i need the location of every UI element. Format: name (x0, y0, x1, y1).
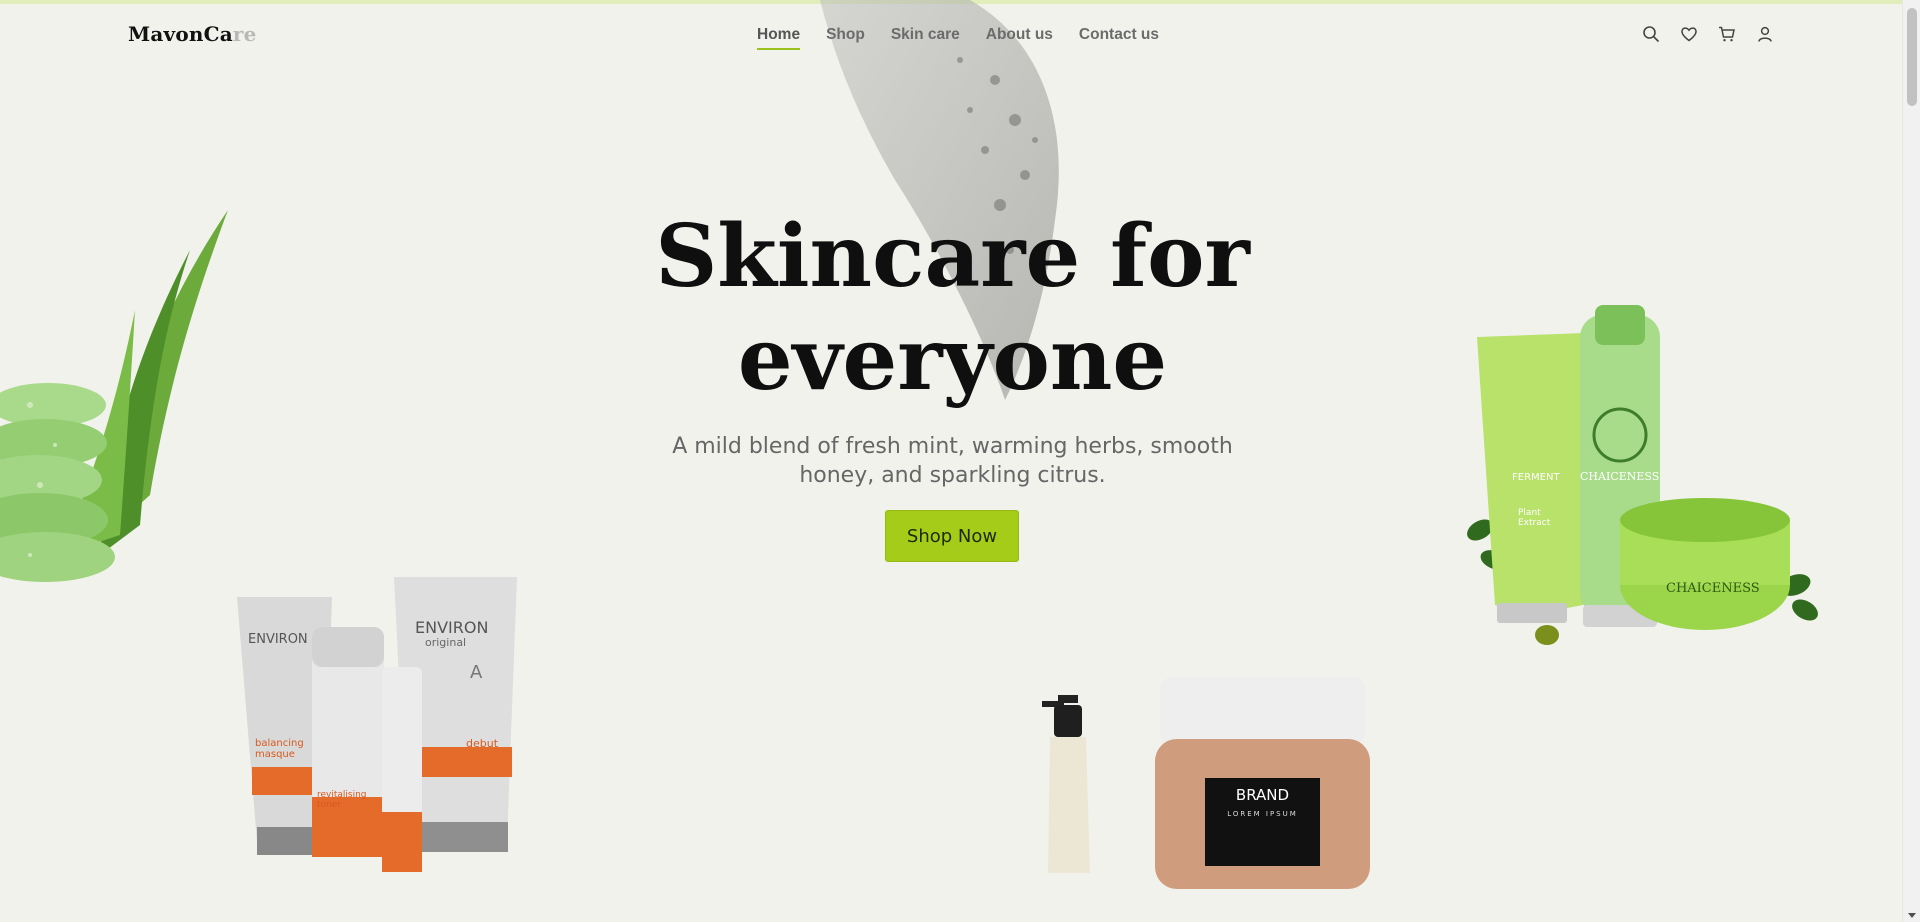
pump-bottle-image (1042, 695, 1090, 873)
page-scrollbar[interactable] (1902, 0, 1920, 922)
hero-subtitle-line-1: A mild blend of fresh mint, warming herb… (672, 434, 1233, 459)
environ-sub-label: original (425, 636, 467, 649)
heart-icon[interactable] (1680, 25, 1698, 43)
nav-item-about-us[interactable]: About us (986, 26, 1053, 50)
scroll-down-arrow-icon[interactable] (1908, 913, 1916, 918)
hero-title-line-2: everyone (737, 309, 1168, 410)
hero-title-line-1: Skincare for (655, 206, 1250, 307)
environ-debut-label: debut (466, 737, 499, 750)
header-icons (1642, 25, 1774, 43)
environ-letter-label: A (470, 662, 483, 683)
cart-icon[interactable] (1718, 25, 1736, 43)
brand-jar-sublabel: LOREM IPSUM (1227, 810, 1298, 818)
chaiceness-brand-label-1: CHAICENESS (1580, 470, 1660, 483)
environ-toner-label: revitalising toner (317, 790, 367, 810)
chaiceness-plant-label: Plant Extract (1518, 508, 1551, 528)
environ-masque-label: balancing masque (255, 738, 304, 760)
brand-logo-faded-text: re (232, 22, 257, 46)
chaiceness-brand-label-2: CHAICENESS (1666, 581, 1760, 596)
brand-logo-text: MavonCa (128, 22, 233, 46)
search-icon[interactable] (1642, 25, 1660, 43)
hero-subtitle-line-2: honey, and sparkling citrus. (799, 463, 1106, 488)
environ-brand-label-2: ENVIRON (415, 618, 489, 637)
aloe-vera-image (0, 210, 228, 582)
user-icon[interactable] (1756, 25, 1774, 43)
main-navigation: Home Shop Skin care About us Contact us (757, 26, 1159, 50)
nav-item-home[interactable]: Home (757, 26, 801, 50)
scrollbar-thumb[interactable] (1907, 8, 1917, 106)
hero-title: Skincare for everyone (640, 205, 1265, 411)
environ-brand-label-1: ENVIRON (248, 632, 308, 647)
hero-subtitle: A mild blend of fresh mint, warming herb… (660, 432, 1245, 490)
shop-now-button[interactable]: Shop Now (885, 510, 1019, 562)
nav-item-skin-care[interactable]: Skin care (891, 26, 960, 50)
brand-logo[interactable]: MavonCare (128, 22, 257, 46)
nav-item-contact-us[interactable]: Contact us (1079, 26, 1159, 50)
nav-item-shop[interactable]: Shop (826, 26, 865, 50)
brand-jar-label: BRAND (1235, 786, 1290, 804)
chaiceness-ferment-label: FERMENT (1512, 472, 1560, 483)
